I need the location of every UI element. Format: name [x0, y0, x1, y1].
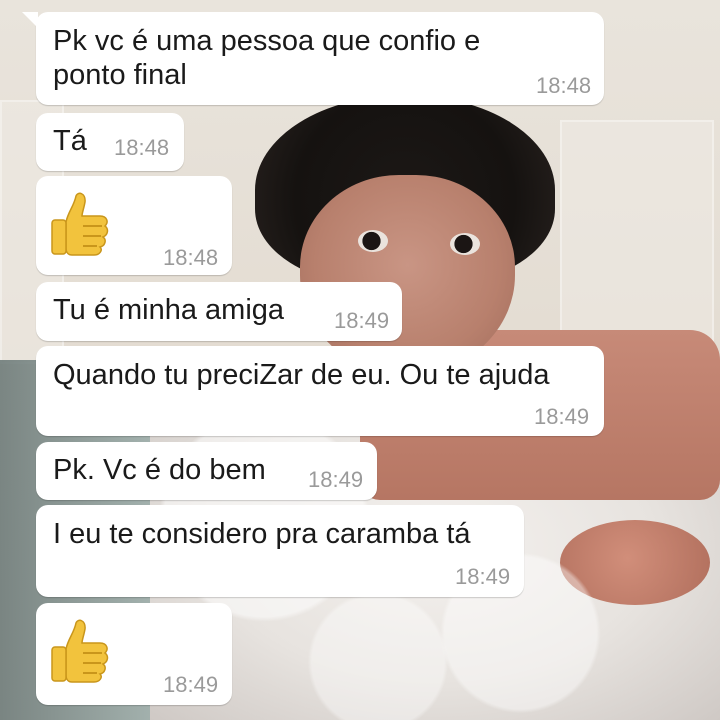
message-bubble[interactable]: Tu é minha amiga 18:49 [36, 282, 402, 341]
message-time: 18:49 [534, 404, 590, 429]
message-bubble[interactable]: Pk. Vc é do bem 18:49 [36, 442, 377, 500]
message-list[interactable]: Pk vc é uma pessoa que confio e ponto fi… [0, 0, 720, 720]
message-time: 18:49 [308, 467, 364, 492]
thumbs-up-emoji [51, 619, 109, 683]
message-bubble[interactable]: I eu te considero pra caramba tá 18:49 [36, 505, 524, 597]
message-bubble[interactable]: 18:48 [36, 176, 232, 275]
message-bubble[interactable]: Tá 18:48 [36, 113, 184, 171]
message-bubble[interactable]: 18:49 [36, 603, 232, 705]
message-time: 18:48 [536, 73, 592, 98]
message-text: Pk. Vc é do bem [53, 454, 266, 486]
message-time: 18:49 [334, 308, 390, 333]
message-text: Quando tu preciZar de eu. Ou te ajuda [53, 359, 550, 391]
bubble-tail [22, 12, 38, 28]
message-time: 18:49 [163, 672, 219, 697]
message-text: I eu te considero pra caramba tá [53, 518, 471, 550]
message-text: Tu é minha amiga [53, 294, 285, 326]
message-time: 18:48 [114, 135, 170, 160]
message-text: Tá [53, 125, 87, 157]
thumbs-up-emoji [51, 192, 109, 256]
message-bubble[interactable]: Pk vc é uma pessoa que confio e ponto fi… [22, 12, 604, 105]
message-time: 18:49 [455, 564, 511, 589]
message-text: Pk vc é uma pessoa que confio e ponto fi… [53, 25, 481, 91]
message-time: 18:48 [163, 245, 219, 270]
message-bubble[interactable]: Quando tu preciZar de eu. Ou te ajuda 18… [36, 346, 604, 436]
